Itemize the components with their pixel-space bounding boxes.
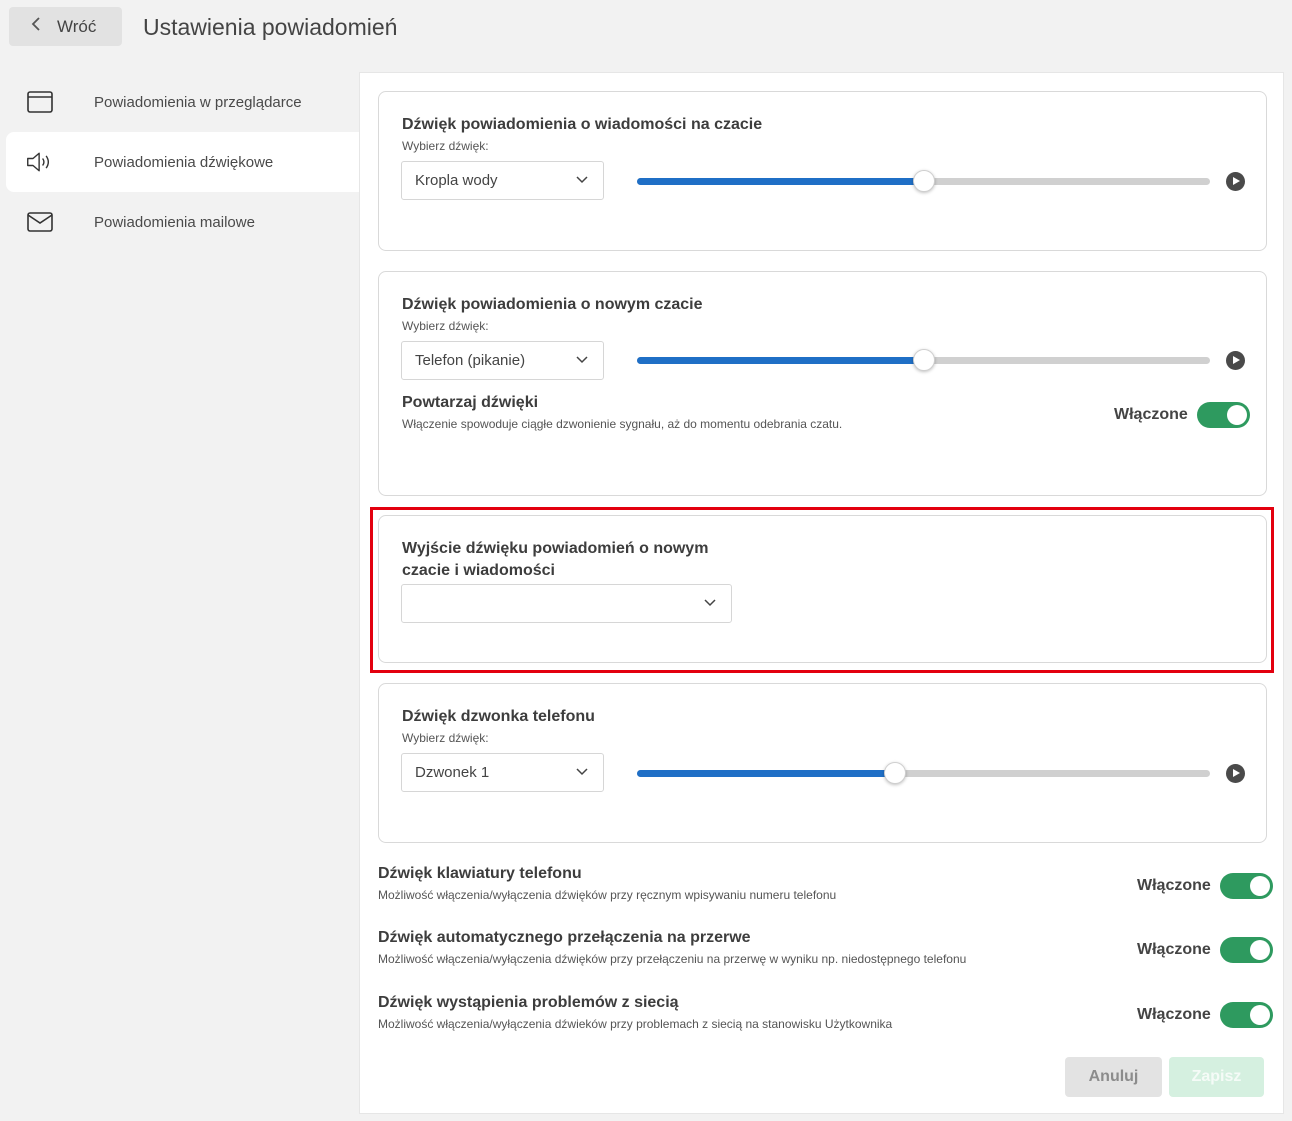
card-subtitle: Wybierz dźwięk:	[402, 139, 489, 153]
network-problem-sound-toggle[interactable]	[1219, 1002, 1273, 1028]
envelope-icon	[26, 208, 54, 236]
toggle-state-label: Włączone	[1137, 877, 1211, 894]
card-title: Dźwięk powiadomienia o wiadomości na cza…	[402, 116, 763, 133]
ringtone-volume-slider[interactable]	[637, 762, 1210, 784]
repeat-sounds-toggle-group: Włączone	[1114, 402, 1250, 428]
slider-knob[interactable]	[912, 170, 935, 192]
new-chat-volume-slider[interactable]	[637, 349, 1210, 371]
network-problem-sound-toggle-group: Włączone	[1137, 1002, 1273, 1028]
sound-output-select[interactable]	[401, 584, 732, 623]
browser-window-icon	[26, 88, 54, 116]
break-switch-sound-toggle-group: Włączone	[1137, 937, 1273, 963]
toggle-state-label: Włączone	[1137, 1006, 1211, 1023]
play-icon[interactable]	[1226, 172, 1245, 191]
keypad-sound-title: Dźwięk klawiatury telefonu	[378, 865, 582, 882]
message-sound-card: Dźwięk powiadomienia o wiadomości na cza…	[378, 91, 1267, 251]
repeat-sounds-toggle[interactable]	[1196, 402, 1250, 428]
message-sound-select[interactable]: Kropla wody	[401, 161, 604, 200]
save-button[interactable]: Zapisz	[1169, 1057, 1264, 1097]
chevron-down-icon	[704, 599, 716, 607]
sidebar-item-mail[interactable]: Powiadomienia mailowe	[6, 192, 359, 252]
break-switch-sound-toggle[interactable]	[1219, 937, 1273, 963]
back-button[interactable]: Wróć	[9, 7, 122, 46]
slider-fill	[637, 178, 924, 185]
break-switch-sound-desc: Możliwość włączenia/wyłączenia dźwięków …	[378, 952, 967, 966]
select-value: Kropla wody	[415, 172, 498, 189]
ringtone-select[interactable]: Dzwonek 1	[401, 753, 604, 792]
slider-knob[interactable]	[883, 762, 906, 784]
select-value: Dzwonek 1	[415, 764, 490, 781]
new-chat-sound-card: Dźwięk powiadomienia o nowym czacie Wybi…	[378, 271, 1267, 496]
sidebar-item-browser[interactable]: Powiadomienia w przeglądarce	[6, 72, 359, 132]
message-volume-slider[interactable]	[637, 170, 1210, 192]
repeat-sounds-desc: Włączenie spowoduje ciągłe dzwonienie sy…	[402, 417, 843, 431]
play-icon[interactable]	[1226, 764, 1245, 783]
new-chat-sound-select[interactable]: Telefon (pikanie)	[401, 341, 604, 380]
slider-fill	[637, 357, 924, 364]
slider-knob[interactable]	[912, 349, 935, 371]
toggle-state-label: Włączone	[1114, 406, 1188, 423]
toggle-state-label: Włączone	[1137, 941, 1211, 958]
back-button-label: Wróć	[57, 16, 97, 36]
card-subtitle: Wybierz dźwięk:	[402, 319, 489, 333]
sidebar-item-label: Powiadomienia w przeglądarce	[94, 93, 302, 111]
chevron-down-icon	[576, 176, 588, 184]
chevron-down-icon	[576, 768, 588, 776]
repeat-sounds-title: Powtarzaj dźwięki	[402, 394, 539, 411]
cancel-button[interactable]: Anuluj	[1065, 1057, 1162, 1097]
network-problem-sound-title: Dźwięk wystąpienia problemów z siecią	[378, 994, 679, 1011]
card-subtitle: Wybierz dźwięk:	[402, 731, 489, 745]
chevron-left-icon	[31, 16, 41, 37]
chevron-down-icon	[576, 356, 588, 364]
card-title-line2: czacie i wiadomości	[402, 562, 555, 579]
ringtone-card: Dźwięk dzwonka telefonu Wybierz dźwięk: …	[378, 683, 1267, 843]
sidebar-item-label: Powiadomienia mailowe	[94, 213, 255, 231]
network-problem-sound-desc: Możliwość włączenia/wyłączenia dźwieków …	[378, 1017, 893, 1031]
card-title: Dźwięk powiadomienia o nowym czacie	[402, 296, 703, 313]
keypad-sound-toggle[interactable]	[1219, 873, 1273, 899]
content-panel: Dźwięk powiadomienia o wiadomości na cza…	[359, 72, 1284, 1114]
select-value: Telefon (pikanie)	[415, 352, 526, 369]
sidebar-item-label: Powiadomienia dźwiękowe	[94, 153, 274, 171]
slider-fill	[637, 770, 895, 777]
speaker-icon	[26, 148, 54, 176]
keypad-sound-toggle-group: Włączone	[1137, 873, 1273, 899]
card-title: Dźwięk dzwonka telefonu	[402, 708, 595, 725]
sidebar: Powiadomienia w przeglądarce Powiadomien…	[6, 72, 359, 252]
card-title-line1: Wyjście dźwięku powiadomień o nowym	[402, 540, 709, 557]
play-icon[interactable]	[1226, 351, 1245, 370]
break-switch-sound-title: Dźwięk automatycznego przełączenia na pr…	[378, 929, 751, 946]
sidebar-item-sound[interactable]: Powiadomienia dźwiękowe	[6, 132, 359, 192]
keypad-sound-desc: Możliwość włączenia/wyłączenia dźwięków …	[378, 888, 837, 902]
sound-output-card: Wyjście dźwięku powiadomień o nowym czac…	[378, 515, 1267, 663]
page-title: Ustawienia powiadomień	[143, 14, 398, 40]
